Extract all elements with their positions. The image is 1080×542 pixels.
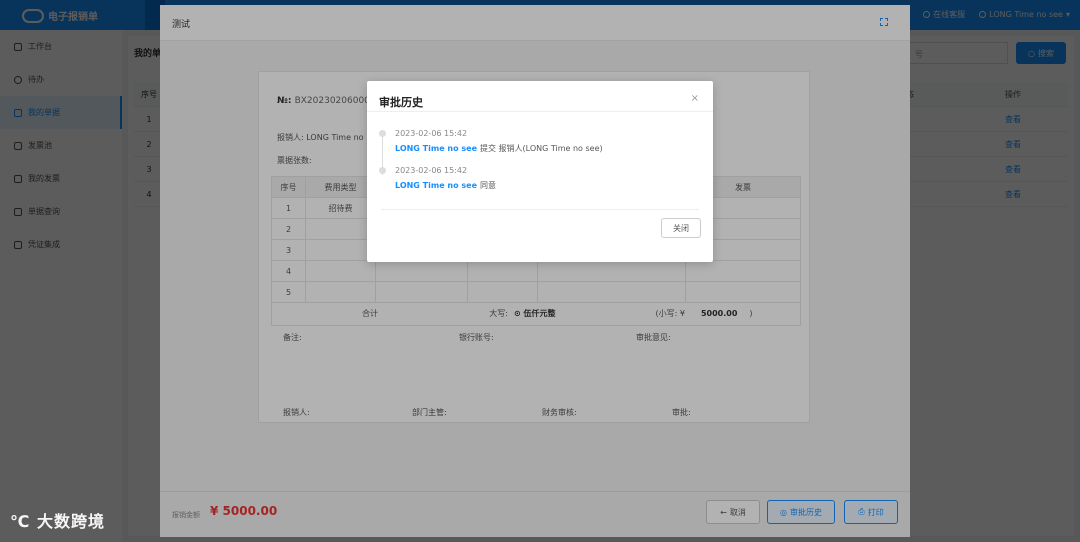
timeline-time: 2023-02-06 15:42 — [395, 129, 468, 138]
timeline-dot — [379, 167, 386, 174]
watermark-logo: ℃ 大数跨境 — [10, 512, 105, 531]
timeline-action: 提交 报销人(LONG Time no see) — [480, 144, 603, 153]
timeline-text: LONG Time no see 同意 — [395, 180, 681, 191]
watermark-text: 大数跨境 — [36, 512, 105, 531]
modal-divider — [367, 111, 713, 112]
timeline-time: 2023-02-06 15:42 — [395, 166, 468, 175]
timeline-user: LONG Time no see — [395, 181, 477, 190]
timeline-user: LONG Time no see — [395, 144, 477, 153]
modal-footer-divider — [381, 209, 699, 210]
close-icon[interactable]: × — [691, 93, 699, 104]
approval-history-modal: 审批历史 × 2023-02-06 15:42 LONG Time no see… — [367, 81, 713, 262]
timeline-item: 2023-02-06 15:42 LONG Time no see 同意 — [379, 166, 681, 203]
close-button[interactable]: 关闭 — [661, 218, 701, 238]
timeline-text: LONG Time no see 提交 报销人(LONG Time no see) — [395, 143, 681, 154]
timeline-item: 2023-02-06 15:42 LONG Time no see 提交 报销人(… — [379, 129, 681, 166]
approval-timeline: 2023-02-06 15:42 LONG Time no see 提交 报销人(… — [379, 129, 681, 203]
timeline-dot — [379, 130, 386, 137]
modal-title: 审批历史 — [379, 96, 423, 109]
timeline-action: 同意 — [480, 181, 496, 190]
